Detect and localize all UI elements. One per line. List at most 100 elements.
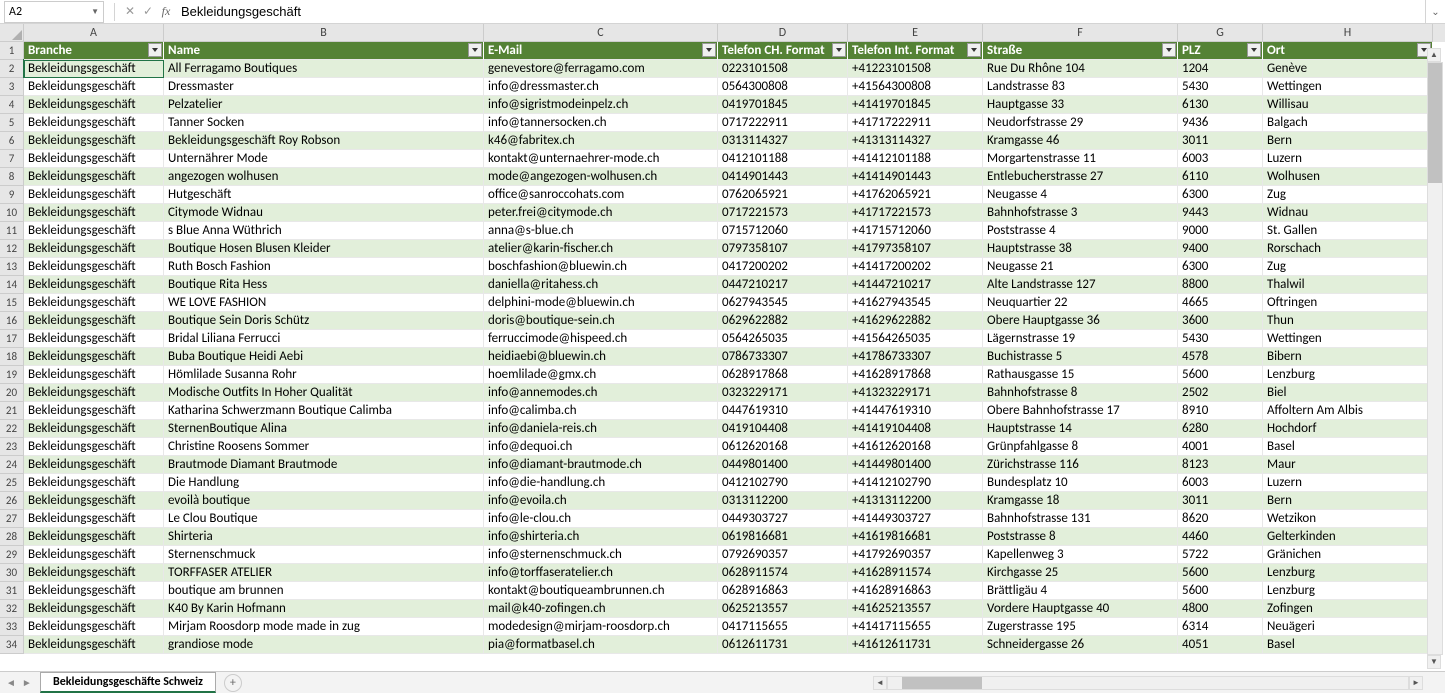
cell[interactable]: Bundesplatz 10 [983, 474, 1178, 492]
row-header[interactable]: 32 [0, 600, 24, 618]
cell[interactable]: Neugasse 21 [983, 258, 1178, 276]
cell[interactable]: +41786733307 [848, 348, 983, 366]
select-all-corner[interactable] [0, 24, 24, 42]
cell[interactable]: Wettingen [1263, 78, 1433, 96]
cell[interactable]: Pelzatelier [164, 96, 484, 114]
row-header[interactable]: 11 [0, 222, 24, 240]
cell[interactable]: 9443 [1178, 204, 1263, 222]
scroll-down-icon[interactable]: ▼ [1427, 655, 1441, 669]
column-header-cell[interactable]: Branche [24, 42, 164, 60]
cell[interactable]: 5600 [1178, 582, 1263, 600]
cell[interactable]: Balgach [1263, 114, 1433, 132]
cell[interactable]: 2502 [1178, 384, 1263, 402]
cell[interactable]: modedesign@mirjam-roosdorp.ch [484, 618, 718, 636]
cell[interactable]: 8910 [1178, 402, 1263, 420]
tab-nav[interactable]: ◄► [4, 676, 34, 689]
row-header[interactable]: 24 [0, 456, 24, 474]
cell[interactable]: Basel [1263, 636, 1433, 654]
cell[interactable]: +41564265035 [848, 330, 983, 348]
cell[interactable]: Neuägeri [1263, 618, 1433, 636]
row-header[interactable]: 34 [0, 636, 24, 654]
cell[interactable]: Schneidergasse 26 [983, 636, 1178, 654]
column-header-cell[interactable]: E-Mail [484, 42, 718, 60]
cell[interactable]: Boutique Rita Hess [164, 276, 484, 294]
cell[interactable]: +41717221573 [848, 204, 983, 222]
cell[interactable]: pia@formatbasel.ch [484, 636, 718, 654]
column-header-D[interactable]: D [718, 24, 848, 42]
cell[interactable]: +41797358107 [848, 240, 983, 258]
cell[interactable]: Katharina Schwerzmann Boutique Calimba [164, 402, 484, 420]
cell[interactable]: +41313112200 [848, 492, 983, 510]
cell[interactable]: 0419104408 [718, 420, 848, 438]
cell[interactable]: 0628917868 [718, 366, 848, 384]
cell[interactable]: angezogen wolhusen [164, 168, 484, 186]
cell[interactable]: Bekleidungsgeschäft [24, 564, 164, 582]
row-header[interactable]: 5 [0, 114, 24, 132]
column-header-E[interactable]: E [848, 24, 983, 42]
cell[interactable]: Le Clou Boutique [164, 510, 484, 528]
cell[interactable]: +41412102790 [848, 474, 983, 492]
cell[interactable]: Bekleidungsgeschäft [24, 276, 164, 294]
cell[interactable]: anna@s-blue.ch [484, 222, 718, 240]
cell[interactable]: Neudorfstrasse 29 [983, 114, 1178, 132]
cell[interactable]: s Blue Anna Wüthrich [164, 222, 484, 240]
cell[interactable]: info@tannersocken.ch [484, 114, 718, 132]
cell[interactable]: Hauptstrasse 14 [983, 420, 1178, 438]
cell[interactable]: Oftringen [1263, 294, 1433, 312]
row-header[interactable]: 30 [0, 564, 24, 582]
cell[interactable]: +41414901443 [848, 168, 983, 186]
row-header[interactable]: 8 [0, 168, 24, 186]
add-sheet-button[interactable]: + [224, 674, 242, 692]
cell[interactable]: Hutgeschäft [164, 186, 484, 204]
cell[interactable]: 0628911574 [718, 564, 848, 582]
cell[interactable]: 5430 [1178, 330, 1263, 348]
cell[interactable]: 6003 [1178, 150, 1263, 168]
cell[interactable]: 6300 [1178, 258, 1263, 276]
cell[interactable]: +41628911574 [848, 564, 983, 582]
cell[interactable]: +41412101188 [848, 150, 983, 168]
cell[interactable]: +41627943545 [848, 294, 983, 312]
expand-formula-bar-icon[interactable]: ⌄ [1425, 0, 1445, 23]
row-header[interactable]: 10 [0, 204, 24, 222]
enter-icon[interactable]: ✓ [139, 4, 157, 19]
cell[interactable]: Zofingen [1263, 600, 1433, 618]
cell[interactable]: Poststrasse 8 [983, 528, 1178, 546]
cell[interactable]: 0449303727 [718, 510, 848, 528]
cell[interactable]: Bekleidungsgeschäft [24, 438, 164, 456]
cell[interactable]: +41223101508 [848, 60, 983, 78]
cell[interactable]: 5722 [1178, 546, 1263, 564]
cell[interactable]: 0323229171 [718, 384, 848, 402]
cell[interactable]: Ruth Bosch Fashion [164, 258, 484, 276]
cell[interactable]: 0447210217 [718, 276, 848, 294]
cell[interactable]: atelier@karin-fischer.ch [484, 240, 718, 258]
cell[interactable]: Bekleidungsgeschäft [24, 546, 164, 564]
cell[interactable]: Bekleidungsgeschäft [24, 492, 164, 510]
cell[interactable]: 4578 [1178, 348, 1263, 366]
cell[interactable]: Zug [1263, 258, 1433, 276]
cell[interactable]: 5430 [1178, 78, 1263, 96]
cell[interactable]: +41449801400 [848, 456, 983, 474]
column-header-cell[interactable]: Telefon Int. Format [848, 42, 983, 60]
cell[interactable]: Maur [1263, 456, 1433, 474]
cell[interactable]: Bekleidungsgeschäft [24, 150, 164, 168]
row-header[interactable]: 13 [0, 258, 24, 276]
cell[interactable]: 5600 [1178, 366, 1263, 384]
cell[interactable]: +41417115655 [848, 618, 983, 636]
cell[interactable]: 4051 [1178, 636, 1263, 654]
cell[interactable]: 0419701845 [718, 96, 848, 114]
cell[interactable]: Rorschach [1263, 240, 1433, 258]
cell[interactable]: Bekleidungsgeschäft [24, 330, 164, 348]
cell[interactable]: Zug [1263, 186, 1433, 204]
cell[interactable]: Bekleidungsgeschäft [24, 186, 164, 204]
column-header-G[interactable]: G [1178, 24, 1263, 42]
cell[interactable]: mail@k40-zofingen.ch [484, 600, 718, 618]
cell[interactable]: Bahnhofstrasse 3 [983, 204, 1178, 222]
cell[interactable]: Kramgasse 18 [983, 492, 1178, 510]
column-header-B[interactable]: B [164, 24, 484, 42]
cell[interactable]: Hochdorf [1263, 420, 1433, 438]
cell[interactable]: Bekleidungsgeschäft [24, 618, 164, 636]
cell[interactable]: Bekleidungsgeschäft [24, 312, 164, 330]
cell[interactable]: Bekleidungsgeschäft [24, 240, 164, 258]
name-box[interactable]: A2 ▼ [4, 1, 104, 23]
cell[interactable]: Grünpfahlgasse 8 [983, 438, 1178, 456]
